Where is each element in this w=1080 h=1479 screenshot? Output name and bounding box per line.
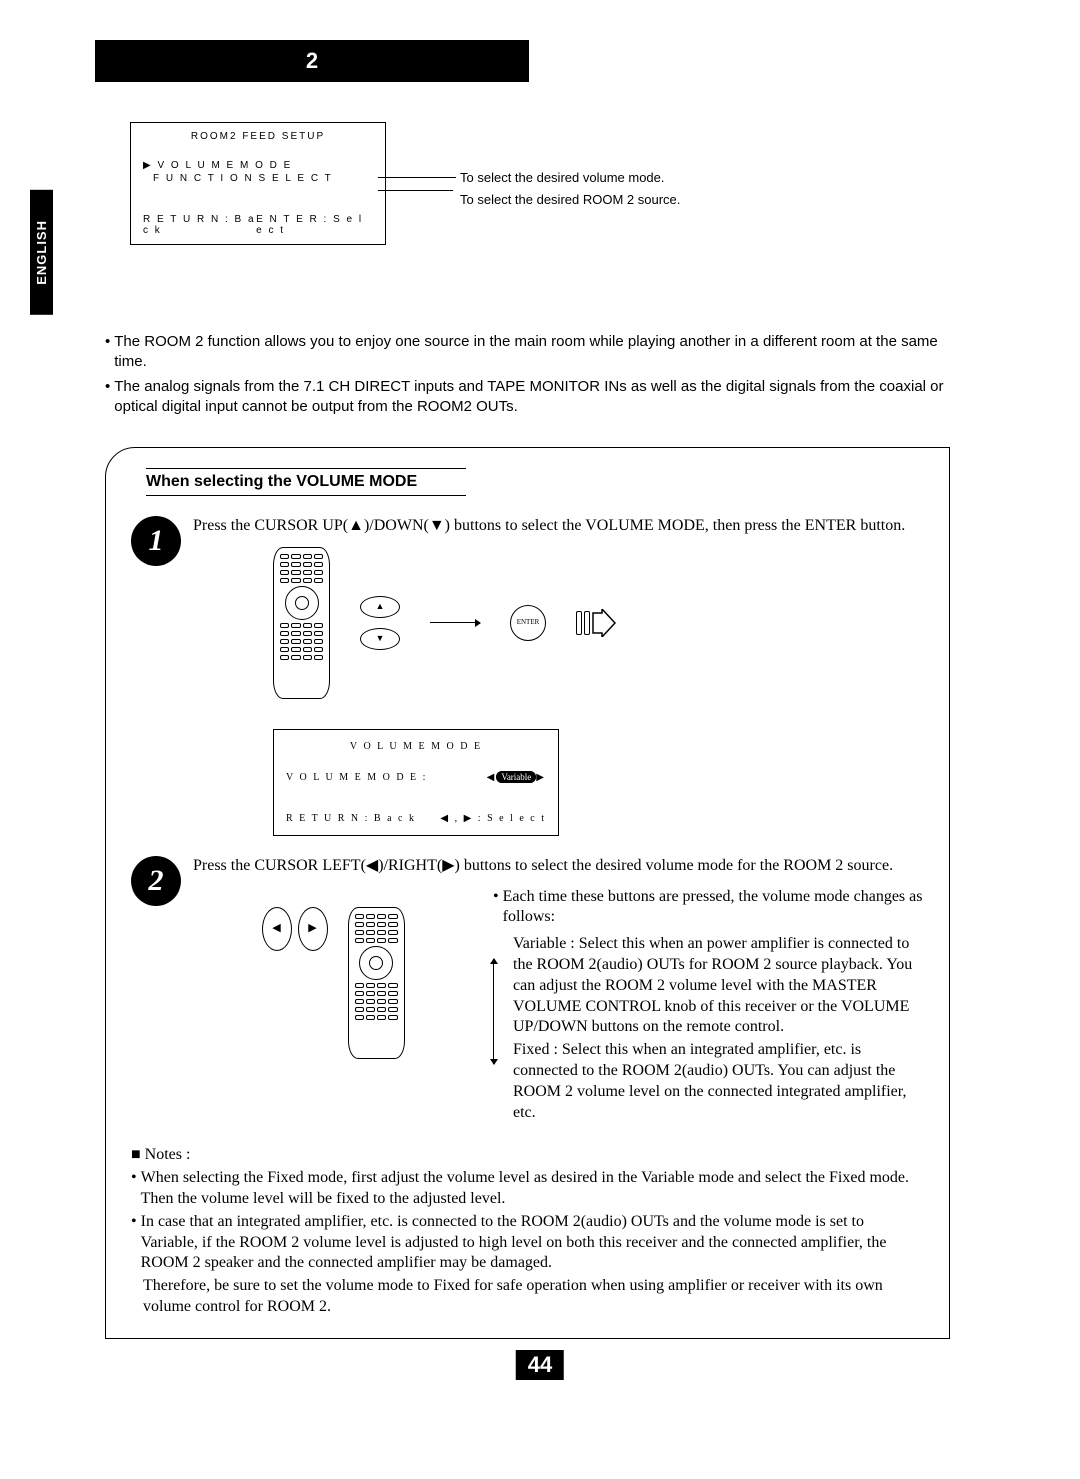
remote-illustration [273, 547, 330, 699]
step1-text: Press the CURSOR UP(▲)/DOWN(▼) buttons t… [193, 516, 924, 537]
osd-item-function-select: F U N C T I O N S E L E C T [143, 173, 373, 184]
note-2b: Therefore, be sure to set the volume mod… [143, 1276, 924, 1318]
right-button-icon: ▶ [298, 907, 328, 951]
notes-block: ■ Notes : •When selecting the Fixed mode… [131, 1145, 924, 1317]
left-button-icon: ◀ [262, 907, 292, 951]
language-tab: ENGLISH [30, 190, 53, 315]
section-title-box: 2 [95, 40, 529, 82]
osd-screen-setup: ROOM2 FEED SETUP ▶ V O L U M E M O D E F… [130, 122, 386, 245]
down-button-icon: ▼ [360, 628, 400, 650]
then-arrow-icon [576, 609, 616, 637]
osd-vol-select: ◀ , ▶ : S e l e c t [440, 812, 546, 825]
step2-text: Press the CURSOR LEFT(◀)/RIGHT(▶) button… [193, 856, 924, 877]
osd-vol-return: R E T U R N : B a c k [286, 812, 416, 825]
note-1: When selecting the Fixed mode, first adj… [141, 1168, 924, 1210]
intro-text: •The ROOM 2 function allows you to enjoy… [105, 332, 950, 417]
callout-line [378, 190, 453, 191]
subheading: When selecting the VOLUME MODE [146, 468, 466, 496]
arrow-icon [430, 622, 480, 623]
setup-diagram: ROOM2 FEED SETUP ▶ V O L U M E M O D E F… [130, 122, 1010, 282]
osd-vol-label: V O L U M E M O D E : [286, 771, 427, 784]
step2-each-text: Each time these buttons are pressed, the… [503, 887, 924, 929]
osd-screen-volume-mode: V O L U M E M O D E V O L U M E M O D E … [273, 729, 559, 836]
osd-enter-label: E N T E R : S e l e c t [256, 214, 373, 236]
page-number: 44 [516, 1350, 564, 1380]
step-number-2: 2 [131, 856, 181, 906]
osd-vol-title: V O L U M E M O D E [286, 740, 546, 753]
callout-line [378, 177, 456, 178]
mode-fixed: Fixed : Select this when an integrated a… [513, 1040, 924, 1123]
left-right-buttons: ◀ ▶ [262, 907, 328, 951]
osd-vol-value: ◀Variable▶ [487, 771, 546, 784]
mode-variable: Variable : Select this when an power amp… [513, 934, 924, 1038]
osd-title: ROOM2 FEED SETUP [143, 131, 373, 142]
enter-button-icon: ENTER [510, 605, 546, 641]
step-number-1: 1 [131, 516, 181, 566]
osd-return-label: R E T U R N : B a c k [143, 214, 256, 236]
osd-item-volume-mode: ▶ V O L U M E M O D E [143, 160, 373, 171]
section-number: 2 [306, 48, 318, 74]
intro-bullet-1: The ROOM 2 function allows you to enjoy … [114, 332, 950, 373]
callout-label-volume: To select the desired volume mode. [460, 170, 665, 185]
callout-label-function: To select the desired ROOM 2 source. [460, 192, 680, 207]
note-2: In case that an integrated amplifier, et… [141, 1212, 924, 1274]
intro-bullet-2: The analog signals from the 7.1 CH DIREC… [114, 377, 950, 418]
up-button-icon: ▲ [360, 596, 400, 618]
instruction-panel: When selecting the VOLUME MODE 1 Press t… [105, 447, 950, 1339]
notes-heading: ■ Notes : [131, 1145, 924, 1166]
remote-illustration [348, 907, 405, 1059]
step-2: 2 Press the CURSOR LEFT(◀)/RIGHT(▶) butt… [131, 856, 924, 1126]
cycle-arrow-icon [493, 959, 494, 1064]
step-1: 1 Press the CURSOR UP(▲)/DOWN(▼) buttons… [131, 516, 924, 836]
